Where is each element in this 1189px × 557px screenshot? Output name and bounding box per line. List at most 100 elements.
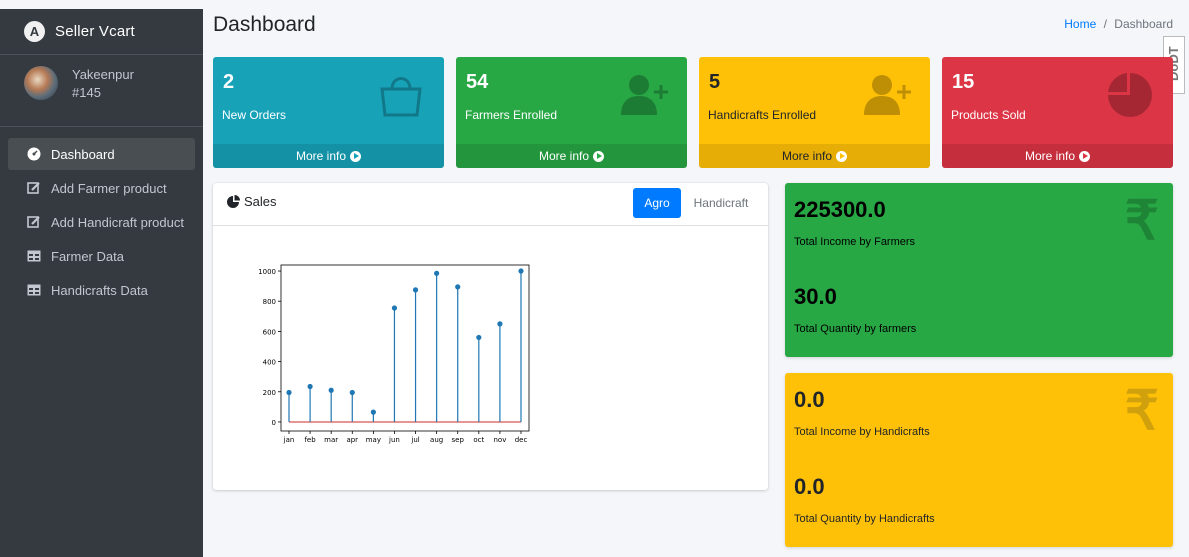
breadcrumb: Home / Dashboard <box>1064 17 1173 31</box>
stat-value: 5 <box>709 71 721 93</box>
stat-box-farmers-enrolled: 54 Farmers Enrolled More info <box>456 57 687 168</box>
stat-label: Handicrafts Enrolled <box>708 108 817 122</box>
sidebar-item-label: Handicrafts Data <box>51 282 148 298</box>
stem-marker <box>412 287 419 293</box>
stem-marker <box>307 383 313 390</box>
sales-chart: 0 200 400 600 800 1000 jan feb mar apr may jun jul au… <box>258 264 530 444</box>
page-title: Dashboard <box>213 13 316 36</box>
sales-title: Sales <box>244 194 277 209</box>
stem-marker <box>286 389 292 396</box>
x-tick-label: jan <box>283 436 295 444</box>
y-tick-label: 0 <box>272 419 276 427</box>
stem-marker <box>434 270 440 276</box>
farmers-income-label: Total Income by Farmers <box>794 236 916 248</box>
stem-marker <box>391 305 398 311</box>
farmers-quantity-value: 30.0 <box>794 284 837 309</box>
sales-card: Sales Agro Handicraft 0 200 400 600 800 1000 j… <box>213 183 768 490</box>
stat-box-handicrafts-enrolled: 5 Handicrafts Enrolled More info <box>699 57 930 168</box>
edit-icon <box>27 181 41 195</box>
sidebar-item-dashboard[interactable]: Dashboard <box>8 138 195 170</box>
arrow-circle-right-icon <box>836 150 848 162</box>
sidebar-item-farmer-data[interactable]: Farmer Data <box>8 240 195 272</box>
more-info-link[interactable]: More info <box>213 144 444 168</box>
stem-marker <box>476 334 482 341</box>
stat-label: Products Sold <box>951 108 1026 122</box>
sidebar-item-label: Farmer Data <box>51 248 124 264</box>
brand-logo: A <box>24 21 45 42</box>
sales-card-header: Sales Agro Handicraft <box>213 183 768 226</box>
pie-chart-icon <box>1108 73 1152 117</box>
stat-label: Farmers Enrolled <box>465 108 558 122</box>
sidebar-nav: Dashboard Add Farmer product Add Handicr… <box>0 127 203 306</box>
user-panel: Yakeenpur #145 <box>0 55 203 127</box>
brand-name: Seller Vcart <box>55 23 135 40</box>
stem-marker <box>349 389 355 396</box>
rupee-icon: ₹ <box>1124 191 1159 251</box>
more-info-link[interactable]: More info <box>699 144 930 168</box>
stat-value: 15 <box>952 71 975 93</box>
rupee-icon: ₹ <box>1124 381 1159 441</box>
stat-value: 54 <box>466 71 489 93</box>
tachometer-icon <box>27 147 41 161</box>
stem-marker <box>328 387 334 393</box>
user-name[interactable]: Yakeenpur <box>72 66 134 84</box>
y-tick-label: 1000 <box>258 268 276 276</box>
arrow-circle-right-icon <box>1079 150 1091 162</box>
handicrafts-income-value: 0.0 <box>794 387 825 412</box>
user-plus-icon <box>621 75 668 115</box>
breadcrumb-current: Dashboard <box>1114 17 1173 31</box>
arrow-circle-right-icon <box>350 150 362 162</box>
y-tick-label: 800 <box>263 298 276 306</box>
table-icon <box>27 283 41 297</box>
user-id: #145 <box>72 85 101 100</box>
breadcrumb-home-link[interactable]: Home <box>1064 17 1096 31</box>
avatar[interactable] <box>24 66 58 100</box>
tab-handicraft[interactable]: Handicraft <box>687 188 755 218</box>
y-tick-label: 400 <box>263 359 276 367</box>
handicrafts-income-label: Total Income by Handicrafts <box>794 426 930 438</box>
stem-marker <box>518 268 524 274</box>
sidebar-item-add-farmer-product[interactable]: Add Farmer product <box>8 172 195 204</box>
more-info-link[interactable]: More info <box>942 144 1173 168</box>
stem-marker <box>370 409 376 415</box>
more-info-label: More info <box>1024 149 1076 163</box>
stat-box-new-orders: 2 New Orders More info <box>213 57 444 168</box>
arrow-circle-right-icon <box>593 150 605 162</box>
sidebar-item-handicrafts-data[interactable]: Handicrafts Data <box>8 274 195 306</box>
x-tick-label: dec <box>515 436 528 444</box>
x-tick-label: may <box>366 436 381 444</box>
sidebar-item-add-handicraft-product[interactable]: Add Handicraft product <box>8 206 195 238</box>
handicrafts-summary-box: 0.0 Total Income by Handicrafts 0.0 Tota… <box>785 373 1173 547</box>
tab-agro[interactable]: Agro <box>633 188 681 218</box>
more-info-label: More info <box>538 149 590 163</box>
stat-box-products-sold: 15 Products Sold More info <box>942 57 1173 168</box>
y-tick-label: 600 <box>263 328 276 336</box>
content-header: Dashboard Home / Dashboard <box>203 9 1189 49</box>
sidebar-item-label: Dashboard <box>51 146 115 162</box>
farmers-summary-box: 225300.0 Total Income by Farmers 30.0 To… <box>785 183 1173 357</box>
x-tick-label: feb <box>304 436 316 444</box>
x-tick-label: mar <box>324 436 338 444</box>
pie-chart-icon <box>227 195 240 208</box>
farmers-quantity-label: Total Quantity by farmers <box>794 323 917 335</box>
handicrafts-quantity-value: 0.0 <box>794 474 825 499</box>
handicrafts-quantity-label: Total Quantity by Handicrafts <box>794 513 935 525</box>
edit-icon <box>27 215 41 229</box>
x-tick-label: jun <box>388 436 400 444</box>
y-tick-label: 200 <box>263 389 276 397</box>
sidebar: A Seller Vcart Yakeenpur #145 Dashboard … <box>0 9 203 557</box>
more-info-label: More info <box>295 149 347 163</box>
user-plus-icon <box>864 75 911 115</box>
x-tick-label: oct <box>473 436 484 444</box>
sidebar-item-label: Add Handicraft product <box>51 214 184 230</box>
plot-frame <box>280 264 530 432</box>
more-info-link[interactable]: More info <box>456 144 687 168</box>
shopping-bag-icon <box>380 77 422 117</box>
stem-marker <box>455 284 461 290</box>
brand-link[interactable]: A Seller Vcart <box>0 9 203 55</box>
stat-value: 2 <box>223 71 235 93</box>
farmers-income-value: 225300.0 <box>794 197 886 222</box>
table-icon <box>27 249 41 263</box>
x-tick-label: aug <box>430 436 443 444</box>
x-tick-label: apr <box>346 436 358 444</box>
